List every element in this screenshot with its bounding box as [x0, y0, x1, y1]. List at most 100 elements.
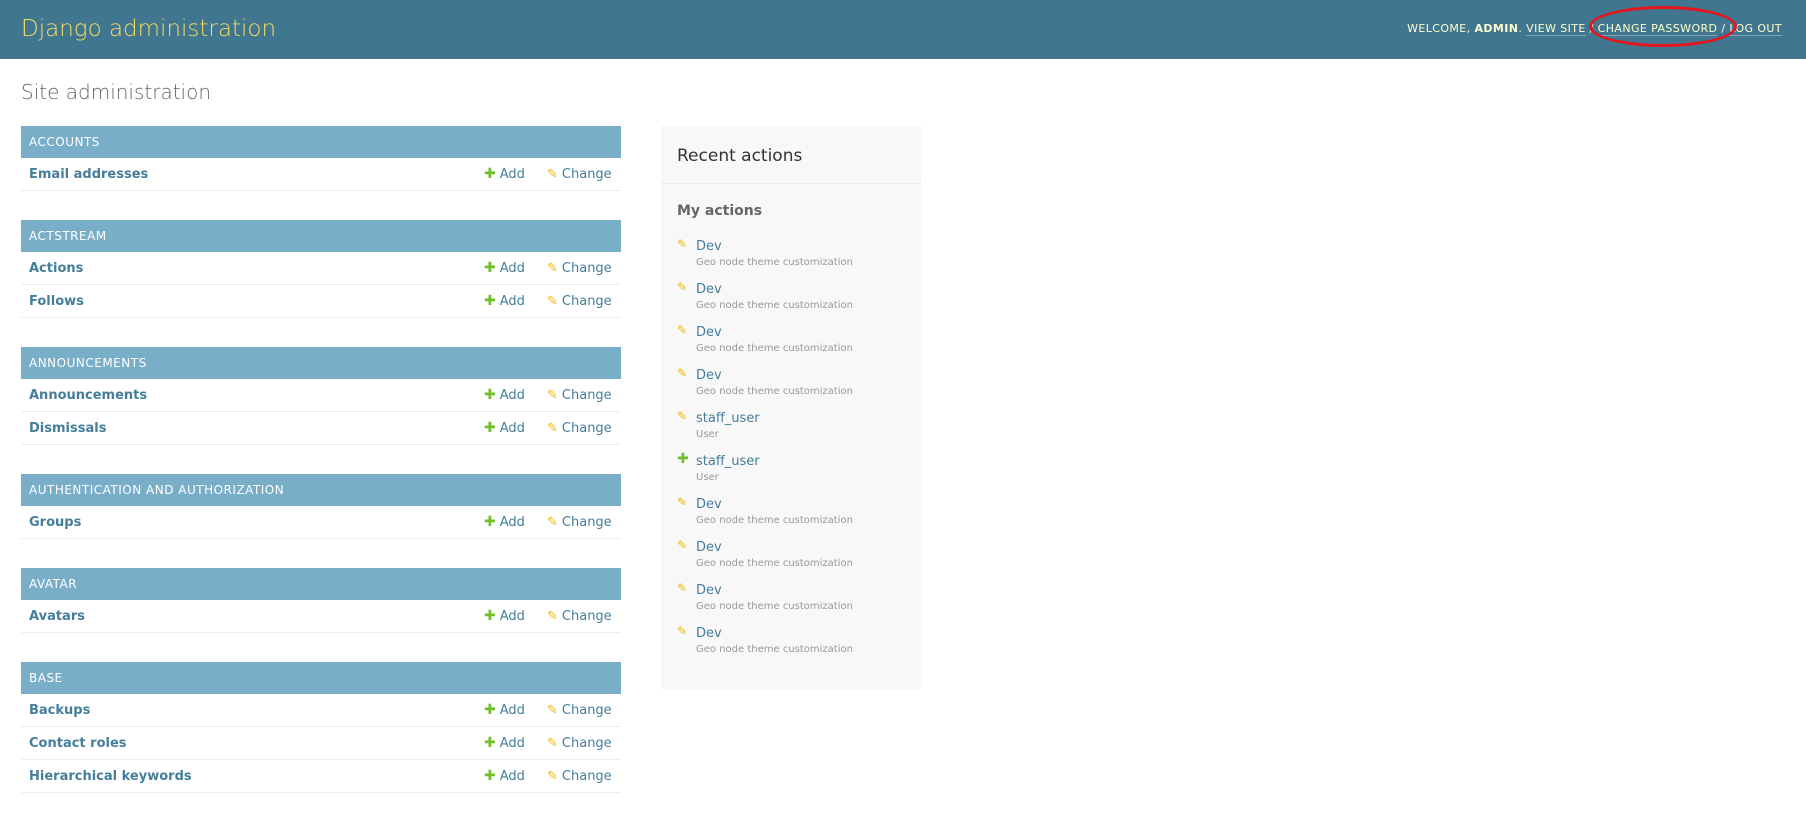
model-link[interactable]: Hierarchical keywords	[29, 769, 192, 784]
add-link[interactable]: ✚ Add	[484, 166, 525, 183]
pencil-icon: ✎	[547, 421, 558, 436]
app-module: Actstream Actions ✚ Add ✎ Change Follows ✚ Add ✎ C…	[21, 220, 621, 318]
action-item: ✎ Dev Geo node theme customization	[677, 624, 917, 667]
model-link[interactable]: Announcements	[29, 388, 147, 403]
change-link[interactable]: ✎ Change	[547, 421, 612, 436]
add-link[interactable]: ✚ Add	[484, 735, 525, 752]
action-object-link[interactable]: Dev	[696, 583, 722, 598]
app-caption[interactable]: Base	[21, 662, 621, 694]
action-content-type: Geo node theme customization	[696, 257, 853, 268]
model-link[interactable]: Groups	[29, 515, 81, 530]
add-link[interactable]: ✚ Add	[484, 420, 525, 437]
pencil-icon: ✎	[547, 609, 558, 624]
change-link[interactable]: ✎ Change	[547, 736, 612, 751]
action-object-link[interactable]: Dev	[696, 282, 722, 297]
app-caption[interactable]: Authentication and Authorization	[21, 474, 621, 506]
action-item: ✎ Dev Geo node theme customization	[677, 280, 917, 323]
app-caption[interactable]: Accounts	[21, 126, 621, 158]
change-label: Change	[561, 736, 612, 751]
app-caption[interactable]: Announcements	[21, 347, 621, 379]
add-link[interactable]: ✚ Add	[484, 609, 525, 625]
admin-header: Django administration Welcome, admin. Vi…	[0, 0, 1806, 59]
action-object-link[interactable]: staff_user	[696, 411, 760, 426]
pencil-icon: ✎	[547, 736, 558, 751]
action-object-link[interactable]: Dev	[696, 239, 722, 254]
pencil-icon: ✎	[677, 624, 688, 638]
change-label: Change	[561, 703, 612, 718]
pencil-icon: ✎	[677, 495, 688, 509]
model-link[interactable]: Actions	[29, 261, 83, 276]
plus-icon: ✚	[484, 420, 496, 436]
change-label: Change	[561, 421, 612, 436]
model-link[interactable]: Avatars	[29, 609, 85, 624]
model-link[interactable]: Follows	[29, 294, 84, 309]
action-object-link[interactable]: Dev	[696, 497, 722, 512]
action-content-type: Geo node theme customization	[696, 343, 853, 354]
pencil-icon: ✎	[677, 237, 688, 251]
add-link[interactable]: ✚ Add	[484, 261, 525, 277]
pencil-icon: ✎	[677, 323, 688, 337]
pencil-icon: ✎	[547, 703, 558, 718]
model-link[interactable]: Contact roles	[29, 736, 127, 751]
add-link[interactable]: ✚ Add	[484, 515, 525, 531]
add-link[interactable]: ✚ Add	[484, 703, 525, 719]
change-link[interactable]: ✎ Change	[547, 769, 612, 784]
pencil-icon: ✎	[547, 261, 558, 276]
change-label: Change	[561, 609, 612, 624]
change-link[interactable]: ✎ Change	[547, 609, 612, 624]
app-module: Authentication and Authorization Groups ✚ A…	[21, 474, 621, 539]
site-name[interactable]: Django administration	[21, 15, 276, 43]
app-module: Avatar Avatars ✚ Add ✎ Change	[21, 568, 621, 633]
model-link[interactable]: Email addresses	[29, 167, 148, 182]
action-content-type: User	[696, 429, 719, 440]
change-link[interactable]: ✎ Change	[547, 703, 612, 718]
action-object-link[interactable]: Dev	[696, 540, 722, 555]
model-row: Groups ✚ Add ✎ Change	[21, 506, 621, 539]
app-caption[interactable]: Avatar	[21, 568, 621, 600]
model-row: Hierarchical keywords ✚ Add ✎ Change	[21, 760, 621, 793]
model-row: Email addresses ✚ Add ✎ Change	[21, 158, 621, 191]
view-site-link[interactable]: View site	[1526, 22, 1586, 36]
change-link[interactable]: ✎ Change	[547, 388, 612, 403]
action-content-type: Geo node theme customization	[696, 601, 853, 612]
plus-icon: ✚	[484, 735, 496, 751]
model-link[interactable]: Dismissals	[29, 421, 106, 436]
app-module: Announcements Announcements ✚ Add ✎ Change Dis…	[21, 347, 621, 445]
change-link[interactable]: ✎ Change	[547, 261, 612, 276]
action-object-link[interactable]: staff_user	[696, 454, 760, 469]
add-label: Add	[499, 388, 525, 403]
welcome-label: Welcome,	[1407, 22, 1471, 35]
pencil-icon: ✎	[547, 388, 558, 403]
my-actions-label: My actions	[677, 203, 763, 219]
plus-icon: ✚	[484, 166, 496, 182]
change-password-link[interactable]: Change password	[1597, 22, 1718, 36]
divider	[661, 183, 921, 184]
model-link[interactable]: Backups	[29, 703, 90, 718]
pencil-icon: ✎	[547, 167, 558, 182]
add-link[interactable]: ✚ Add	[484, 388, 525, 404]
add-label: Add	[499, 736, 525, 751]
log-out-link[interactable]: Log out	[1729, 22, 1782, 36]
pencil-icon: ✎	[677, 538, 688, 552]
change-link[interactable]: ✎ Change	[547, 515, 612, 530]
action-content-type: Geo node theme customization	[696, 515, 853, 526]
app-list: Accounts Email addresses ✚ Add ✎ Change Actstr…	[21, 126, 621, 822]
plus-icon: ✚	[484, 293, 496, 309]
action-item: ✎ Dev Geo node theme customization	[677, 366, 917, 409]
pencil-icon: ✎	[547, 769, 558, 784]
add-label: Add	[499, 167, 525, 182]
change-link[interactable]: ✎ Change	[547, 167, 612, 182]
add-label: Add	[499, 294, 525, 309]
change-link[interactable]: ✎ Change	[547, 294, 612, 309]
add-label: Add	[499, 703, 525, 718]
add-link[interactable]: ✚ Add	[484, 293, 525, 310]
action-object-link[interactable]: Dev	[696, 368, 722, 383]
action-item: ✎ Dev Geo node theme customization	[677, 581, 917, 624]
plus-icon: ✚	[677, 451, 689, 467]
app-caption[interactable]: Actstream	[21, 220, 621, 252]
action-object-link[interactable]: Dev	[696, 325, 722, 340]
action-object-link[interactable]: Dev	[696, 626, 722, 641]
add-link[interactable]: ✚ Add	[484, 769, 525, 785]
pencil-icon: ✎	[677, 581, 688, 595]
model-row: Announcements ✚ Add ✎ Change	[21, 379, 621, 412]
